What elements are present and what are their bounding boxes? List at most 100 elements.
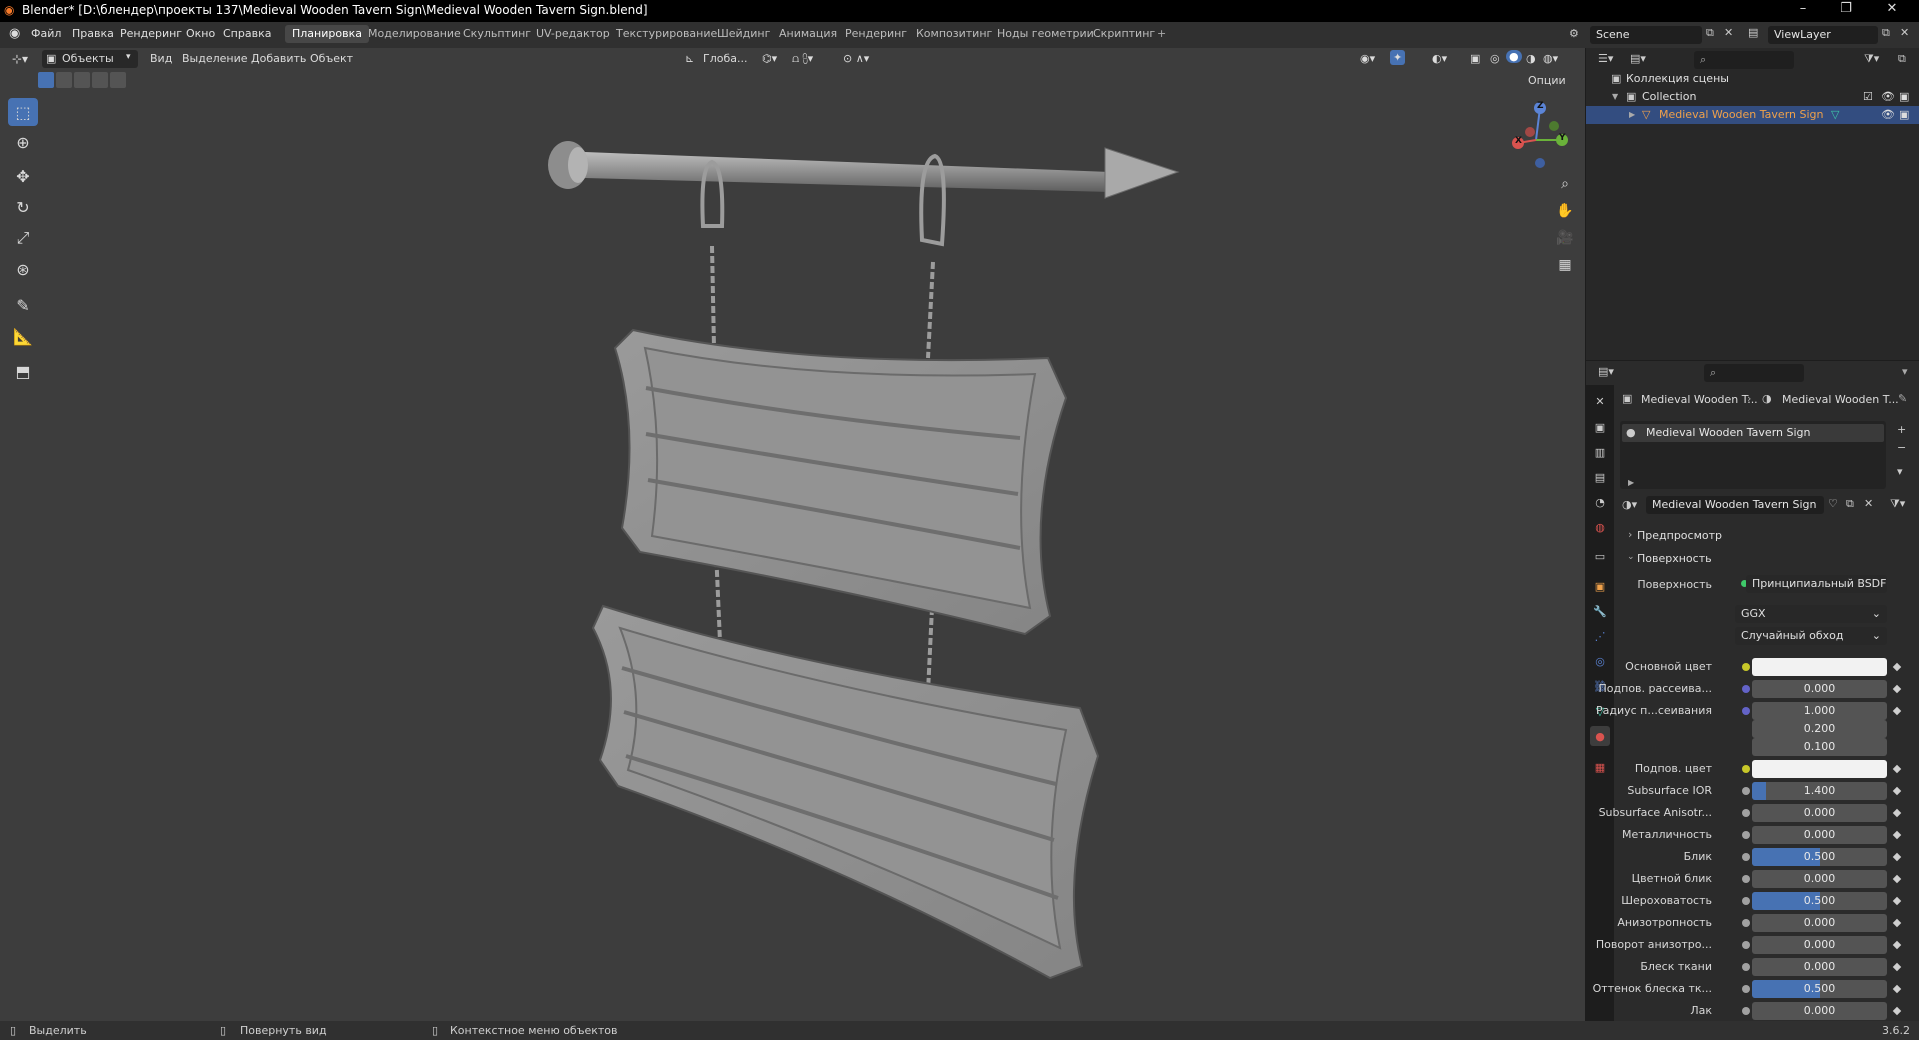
scene-new-icon[interactable]: ⧉ — [1706, 26, 1714, 40]
properties-editor-icon[interactable]: ▤▾ — [1598, 365, 1614, 378]
link-filter-icon[interactable]: ⧩▾ — [1890, 497, 1905, 511]
property-value-slider[interactable]: 1.000 — [1752, 702, 1887, 720]
expand-arrow-icon[interactable]: ▶ — [1629, 106, 1635, 124]
socket-dot-icon[interactable] — [1742, 663, 1750, 671]
close-icon[interactable]: ✕ — [1872, 1, 1912, 16]
select-box-tool[interactable]: ⬚ — [8, 98, 38, 126]
property-value-slider[interactable]: 0.500 — [1752, 892, 1887, 910]
socket-dot-icon[interactable] — [1742, 685, 1750, 693]
property-value-slider[interactable]: 0.200 — [1752, 720, 1887, 738]
outliner-display-icon[interactable]: ▤▾ — [1630, 52, 1646, 65]
remove-slot-icon[interactable]: − — [1897, 441, 1906, 454]
outliner-search-input[interactable]: ⌕ — [1694, 51, 1794, 69]
property-value-slider[interactable]: 0.000 — [1752, 914, 1887, 932]
view-layer-new-icon[interactable]: ⧉ — [1882, 26, 1890, 40]
menu-help[interactable]: Справка — [223, 27, 271, 40]
3d-viewport[interactable] — [0, 48, 1585, 1021]
tab-layout[interactable]: Планировка — [285, 25, 369, 43]
gizmo-toggle-icon[interactable]: ✦ — [1390, 50, 1406, 65]
render-tab-icon[interactable]: ▣ — [1590, 417, 1610, 437]
property-value-slider[interactable]: 0.000 — [1752, 870, 1887, 888]
socket-dot-icon[interactable] — [1742, 831, 1750, 839]
shading-wireframe-icon[interactable]: ◎ — [1490, 52, 1500, 65]
socket-dot-icon[interactable] — [1742, 897, 1750, 905]
checkbox-icon[interactable]: ☑ — [1863, 88, 1873, 106]
view-layer-delete-icon[interactable]: ✕ — [1900, 26, 1909, 39]
outliner-row-tavern-sign[interactable]: ▶ ▽ Medieval Wooden Tavern Sign ▽ 👁 ▣ — [1586, 106, 1919, 124]
tab-geometry-nodes[interactable]: Ноды геометрии — [990, 25, 1101, 43]
fake-user-icon[interactable]: ♡ — [1828, 497, 1838, 510]
shading-solid-icon[interactable]: ● — [1506, 50, 1522, 63]
visibility-icon[interactable]: ◉▾ — [1360, 52, 1375, 65]
editor-type-icon[interactable]: ⊹▾ — [12, 52, 28, 66]
expand-arrow-icon[interactable]: ▶ — [1628, 478, 1634, 487]
tab-animation[interactable]: Анимация — [772, 25, 844, 43]
property-value-slider[interactable]: 0.000 — [1752, 1002, 1887, 1020]
select-new-icon[interactable] — [38, 72, 54, 88]
property-value-slider[interactable]: 0.000 — [1752, 958, 1887, 976]
subsurface-method-dropdown[interactable]: Случайный обход ⌄ — [1735, 627, 1887, 645]
tab-sculpting[interactable]: Скульптинг — [456, 25, 538, 43]
cursor-tool[interactable]: ⊕ — [8, 128, 38, 156]
unlink-material-icon[interactable]: ✕ — [1864, 497, 1873, 510]
socket-dot-icon[interactable] — [1742, 963, 1750, 971]
menu-render[interactable]: Рендеринг — [120, 27, 182, 40]
select-subtract-icon[interactable] — [74, 72, 90, 88]
menu-object[interactable]: Объект — [310, 52, 353, 65]
expand-arrow-icon[interactable]: ▼ — [1612, 88, 1618, 106]
minimize-icon[interactable]: – — [1783, 1, 1823, 16]
restore-icon[interactable]: ❐ — [1826, 1, 1866, 16]
add-workspace-button[interactable]: + — [1150, 25, 1173, 43]
chevron-down-icon[interactable]: ▾ — [1902, 365, 1908, 378]
eye-icon[interactable]: 👁 — [1881, 88, 1895, 106]
preview-section-header[interactable]: Предпросмотр — [1637, 529, 1722, 542]
color-swatch[interactable] — [1752, 760, 1887, 778]
rotate-tool[interactable]: ↻ — [8, 193, 38, 221]
outliner-editor-icon[interactable]: ☰▾ — [1598, 52, 1613, 65]
pin-icon[interactable]: ✎ — [1898, 392, 1907, 405]
scene-tab-icon[interactable]: ◔ — [1590, 492, 1610, 512]
tab-uv-editing[interactable]: UV-редактор — [529, 25, 617, 43]
transform-tool[interactable]: ⊛ — [8, 255, 38, 283]
outliner-row-scene-collection[interactable]: ▣ Коллекция сцены — [1586, 70, 1919, 88]
material-slot-row[interactable]: ● Medieval Wooden Tavern Sign — [1622, 424, 1884, 442]
filter-icon[interactable]: ⧩▾ — [1864, 52, 1879, 66]
shading-material-icon[interactable]: ◑ — [1526, 52, 1536, 65]
socket-dot-icon[interactable] — [1742, 985, 1750, 993]
zoom-icon[interactable]: ⌕ — [1553, 172, 1577, 196]
property-value-slider[interactable]: 0.000 — [1752, 826, 1887, 844]
add-cube-tool[interactable]: ⬒ — [8, 357, 38, 385]
camera-icon[interactable]: ▣ — [1899, 106, 1909, 124]
color-swatch[interactable] — [1752, 658, 1887, 676]
scene-delete-icon[interactable]: ✕ — [1724, 26, 1733, 39]
socket-dot-icon[interactable] — [1742, 919, 1750, 927]
slot-menu-icon[interactable]: ▾ — [1897, 465, 1903, 478]
transform-orientation-label[interactable]: Глоба... — [703, 52, 747, 65]
tool-tab-icon[interactable]: ✕ — [1590, 391, 1610, 411]
proportional-editing-icon[interactable]: ⊙ ∧▾ — [843, 52, 869, 65]
socket-dot-icon[interactable] — [1742, 1007, 1750, 1015]
property-value-slider[interactable]: 0.000 — [1752, 936, 1887, 954]
chevron-right-icon[interactable]: › — [1628, 528, 1632, 541]
tab-compositing[interactable]: Композитинг — [909, 25, 999, 43]
surface-section-header[interactable]: Поверхность — [1637, 552, 1712, 565]
output-tab-icon[interactable]: ▥ — [1590, 442, 1610, 462]
overlay-toggle-icon[interactable]: ◐▾ — [1432, 52, 1447, 65]
measure-tool[interactable]: 📐 — [8, 322, 38, 350]
material-name-field[interactable]: Medieval Wooden Tavern Sign — [1646, 496, 1824, 514]
scene-selector[interactable]: Scene — [1590, 26, 1702, 44]
options-button[interactable]: Опции — [1528, 74, 1566, 87]
chevron-down-icon[interactable]: ⌄ — [1627, 552, 1635, 562]
tavern-sign-model[interactable] — [0, 48, 1585, 1021]
particles-tab-icon[interactable]: ⋰ — [1590, 626, 1610, 646]
shading-rendered-icon[interactable]: ◍▾ — [1543, 52, 1558, 65]
socket-dot-icon[interactable] — [1742, 875, 1750, 883]
camera-icon[interactable]: ▣ — [1899, 88, 1909, 106]
xray-icon[interactable]: ▣ — [1470, 52, 1480, 65]
pivot-icon[interactable]: ⌬▾ — [762, 52, 777, 65]
perspective-toggle-icon[interactable]: ▦ — [1553, 253, 1577, 277]
tab-rendering[interactable]: Рендеринг — [838, 25, 914, 43]
tab-modeling[interactable]: Моделирование — [361, 25, 468, 43]
move-tool[interactable]: ✥ — [8, 162, 38, 190]
socket-dot-icon[interactable] — [1742, 787, 1750, 795]
